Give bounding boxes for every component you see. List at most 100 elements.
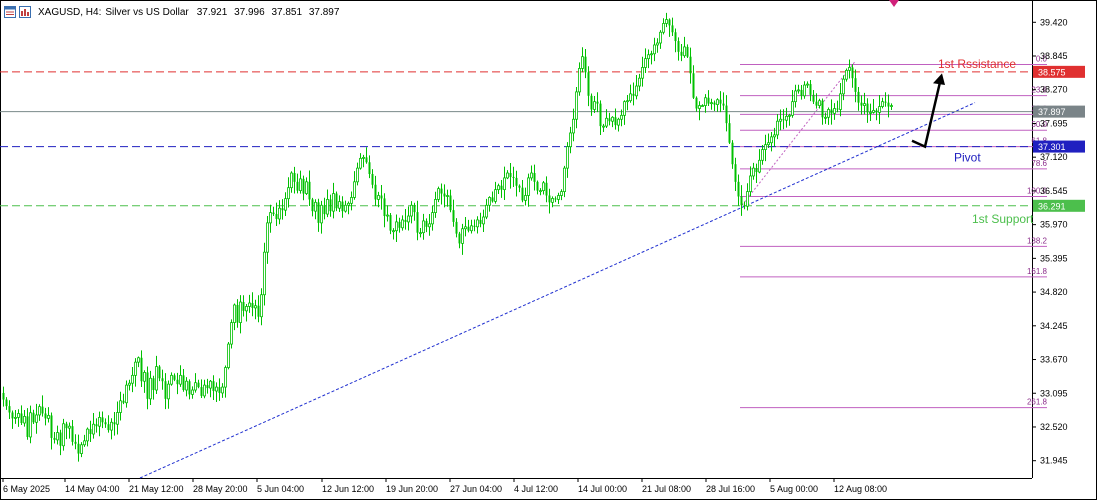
candle — [302, 175, 305, 201]
candle — [494, 181, 497, 204]
candle-body — [584, 56, 587, 73]
candle — [650, 50, 653, 65]
candle-body — [275, 214, 278, 219]
candle-body — [839, 93, 842, 110]
candle-body — [191, 389, 194, 395]
candle — [869, 103, 872, 122]
candle — [362, 154, 365, 168]
candle — [263, 242, 266, 306]
resistance-tag-label: 38.575 — [1038, 67, 1066, 77]
candle — [890, 103, 893, 110]
candle — [608, 112, 611, 126]
candle — [410, 201, 413, 224]
candle — [152, 375, 155, 400]
candle — [806, 81, 809, 88]
candle — [176, 372, 179, 395]
support-label[interactable]: 1st Support — [972, 212, 1034, 226]
candle-body — [536, 181, 539, 191]
candle — [590, 93, 593, 116]
candle — [308, 170, 311, 207]
candle — [641, 56, 644, 87]
candle-body — [377, 195, 380, 200]
candle — [236, 299, 239, 328]
time-axis: 6 May 2025 14 May 04:00 21 May 12:00 28 May… — [2, 478, 887, 494]
support-tag-label: 36.291 — [1038, 201, 1066, 211]
candle-body — [134, 361, 137, 376]
candle-body — [842, 78, 845, 95]
resistance-label[interactable]: 1st Rssistance — [938, 57, 1016, 71]
candle — [434, 191, 437, 218]
candle — [698, 101, 701, 121]
candle — [764, 134, 767, 162]
candle-body — [830, 109, 833, 114]
candle-body — [431, 212, 434, 225]
candle — [260, 288, 263, 326]
candle — [218, 378, 221, 401]
candle — [407, 206, 410, 231]
indicator-window-icon[interactable] — [19, 6, 31, 18]
candle-body — [776, 120, 779, 136]
candle — [470, 219, 473, 234]
candle-body — [641, 67, 644, 79]
candle — [341, 196, 344, 218]
chart-shift-marker-icon[interactable] — [889, 0, 899, 7]
candle — [491, 191, 494, 203]
candle-body — [725, 105, 728, 124]
projection-arrow[interactable] — [911, 73, 945, 149]
candle — [206, 378, 209, 394]
candle-body — [329, 199, 332, 212]
candle — [92, 412, 95, 439]
candle — [509, 162, 512, 189]
candle-body — [548, 195, 551, 203]
bid-tag-label: 37.897 — [1038, 107, 1066, 117]
candle — [515, 170, 518, 197]
candle — [827, 107, 830, 125]
candle — [500, 179, 503, 198]
candle-body — [797, 89, 800, 92]
candle-body — [845, 69, 848, 80]
candle — [569, 126, 572, 154]
chart-window-icon[interactable] — [4, 6, 16, 18]
candle-body — [713, 102, 716, 105]
candle-body — [464, 226, 467, 230]
candle — [269, 204, 272, 233]
candle-body — [380, 195, 383, 199]
candle-body — [113, 422, 116, 425]
candle-body — [401, 219, 404, 229]
candle — [419, 227, 422, 238]
candle — [197, 379, 200, 389]
y-tick-label: 38.845 — [1040, 51, 1068, 61]
candle-body — [131, 374, 134, 384]
candle — [503, 166, 506, 201]
candle — [584, 49, 587, 79]
price-chart[interactable]: 0.023.638.250.061.878.6100.0138.2161.826… — [0, 0, 1097, 500]
candle — [527, 173, 530, 207]
candle — [731, 140, 734, 169]
candle — [20, 405, 23, 425]
candle-body — [806, 83, 809, 86]
x-tick-label: 5 Jun 04:00 — [257, 484, 304, 494]
candle — [131, 366, 134, 393]
candle-body — [341, 201, 344, 212]
candle-body — [809, 84, 812, 95]
candle-body — [674, 32, 677, 42]
candle — [758, 149, 761, 174]
candle — [455, 218, 458, 238]
high-value: 37.996 — [234, 6, 265, 18]
candle — [314, 199, 317, 220]
candle-body — [743, 205, 746, 207]
pivot-label[interactable]: Pivot — [954, 151, 981, 165]
fib-anchor-line[interactable] — [741, 61, 856, 206]
candle-body — [371, 173, 374, 185]
candle — [125, 380, 128, 408]
candle-body — [323, 205, 326, 215]
candle — [74, 434, 77, 450]
candle — [662, 18, 665, 35]
fibonacci-retracement[interactable]: 0.023.638.250.061.878.6100.0138.2161.826… — [740, 55, 1048, 409]
candle-body — [296, 181, 299, 191]
candle-body — [200, 387, 203, 396]
candle — [539, 188, 542, 196]
candle — [428, 213, 431, 236]
candle — [155, 355, 158, 394]
candle-body — [569, 132, 572, 148]
